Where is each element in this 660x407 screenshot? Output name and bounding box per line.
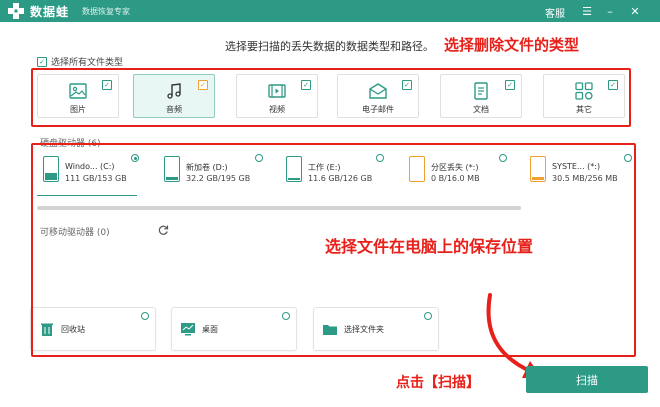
file-type-check-icon: ✓ xyxy=(301,80,311,90)
drive-item[interactable]: Windo... (C:) 111 GB/153 GB xyxy=(37,150,141,194)
refresh-icon[interactable] xyxy=(157,224,169,236)
drive-icon xyxy=(164,156,180,182)
drive-item[interactable]: SYSTE... (*:) 30.5 MB/256 MB xyxy=(524,150,634,194)
drive-icon xyxy=(43,156,59,182)
select-all-check-icon: ✓ xyxy=(37,56,47,67)
drive-icon xyxy=(530,156,546,182)
drive-size: 30.5 MB/256 MB xyxy=(552,174,618,183)
file-type-label: 图片 xyxy=(70,105,86,114)
drive-usage-fill xyxy=(166,177,178,180)
drive-radio[interactable] xyxy=(255,154,263,162)
email-icon xyxy=(369,83,387,99)
drive-selected-underline xyxy=(37,195,137,196)
annotation-select-types: 选择删除文件的类型 xyxy=(444,36,580,54)
select-all-checkbox[interactable]: ✓ 选择所有文件类型 xyxy=(37,55,123,68)
drive-radio[interactable] xyxy=(131,154,139,162)
drive-size: 0 B/16.0 MB xyxy=(431,174,480,183)
file-type-video[interactable]: ✓ 视频 xyxy=(236,74,318,118)
document-icon xyxy=(474,82,488,100)
file-type-label: 电子邮件 xyxy=(362,105,394,114)
file-type-document[interactable]: ✓ 文档 xyxy=(440,74,522,118)
annotation-click-scan: 点击【扫描】 xyxy=(396,375,480,391)
drive-usage-fill xyxy=(288,178,300,180)
file-type-email[interactable]: ✓ 电子邮件 xyxy=(337,74,419,118)
hard-drives-label: 硬盘驱动器 (6) xyxy=(40,139,101,149)
drive-size: 11.6 GB/126 GB xyxy=(308,174,373,183)
drive-icon xyxy=(409,156,425,182)
file-type-check-icon: ✓ xyxy=(505,80,515,90)
file-type-other[interactable]: ✓ 其它 xyxy=(543,74,625,118)
drive-size: 111 GB/153 GB xyxy=(65,174,127,183)
folder-icon xyxy=(323,325,337,335)
file-type-check-icon: ✓ xyxy=(608,80,618,90)
minimize-icon[interactable]: – xyxy=(601,2,619,20)
drive-name: 新加卷 (D:) xyxy=(186,163,228,172)
annotation-select-location: 选择文件在电脑上的保存位置 xyxy=(325,237,534,256)
file-type-check-icon: ✓ xyxy=(102,80,112,90)
location-radio[interactable] xyxy=(282,312,290,320)
drive-name: 工作 (E:) xyxy=(308,163,341,172)
drive-icon xyxy=(286,156,302,182)
drive-radio[interactable] xyxy=(499,154,507,162)
file-type-check-icon: ✓ xyxy=(198,80,208,90)
file-type-label: 文档 xyxy=(473,105,489,114)
support-link[interactable]: 客服 xyxy=(545,5,565,20)
location-label: 选择文件夹 xyxy=(344,325,384,334)
drive-item[interactable]: 分区丢失 (*:) 0 B/16.0 MB xyxy=(403,150,513,194)
drive-item[interactable]: 工作 (E:) 11.6 GB/126 GB xyxy=(280,150,390,194)
close-icon[interactable]: ✕ xyxy=(626,2,644,20)
drive-radio[interactable] xyxy=(376,154,384,162)
music-icon xyxy=(167,83,181,99)
location-desktop[interactable]: 桌面 xyxy=(171,307,297,351)
select-all-label: 选择所有文件类型 xyxy=(51,58,124,68)
drive-usage-fill xyxy=(532,177,544,180)
file-type-label: 音频 xyxy=(166,105,182,114)
app-logo-icon xyxy=(8,3,24,19)
drive-item[interactable]: 新加卷 (D:) 32.2 GB/195 GB xyxy=(158,150,268,194)
recycle-bin-icon xyxy=(41,323,53,336)
location-label: 桌面 xyxy=(202,325,218,334)
app-name: 数据蛙 xyxy=(30,5,70,19)
location-recycle-bin[interactable]: 回收站 xyxy=(30,307,156,351)
drive-usage-fill xyxy=(45,173,57,180)
drive-size: 32.2 GB/195 GB xyxy=(186,174,251,183)
drive-name: SYSTE... (*:) xyxy=(552,162,601,171)
scan-button[interactable]: 扫描 xyxy=(526,366,648,393)
file-type-label: 其它 xyxy=(576,105,592,114)
desktop-icon xyxy=(181,323,195,336)
location-radio[interactable] xyxy=(141,312,149,320)
removable-drives-label: 可移动驱动器 (0) xyxy=(40,228,110,238)
file-type-audio[interactable]: ✓ 音频 xyxy=(133,74,215,118)
file-type-label: 视频 xyxy=(269,105,285,114)
drives-horizontal-scrollbar[interactable] xyxy=(37,206,521,210)
location-radio[interactable] xyxy=(424,312,432,320)
location-choose-folder[interactable]: 选择文件夹 xyxy=(313,307,439,351)
file-type-check-icon: ✓ xyxy=(402,80,412,90)
image-icon xyxy=(69,83,87,99)
drive-name: Windo... (C:) xyxy=(65,162,115,171)
other-icon xyxy=(575,82,593,100)
drive-name: 分区丢失 (*:) xyxy=(431,163,479,172)
drive-radio[interactable] xyxy=(624,154,632,162)
file-type-image[interactable]: ✓ 图片 xyxy=(37,74,119,118)
annotation-box-types xyxy=(31,68,631,127)
menu-icon[interactable]: ☰ xyxy=(578,2,596,20)
app-subtitle: 数据恢复专家 xyxy=(82,7,130,16)
location-label: 回收站 xyxy=(61,325,85,334)
title-bar: 数据蛙 数据恢复专家 客服 ☰ – ✕ xyxy=(0,0,660,22)
instruction-text: 选择要扫描的丢失数据的数据类型和路径。 xyxy=(225,40,434,53)
video-icon xyxy=(268,84,286,98)
